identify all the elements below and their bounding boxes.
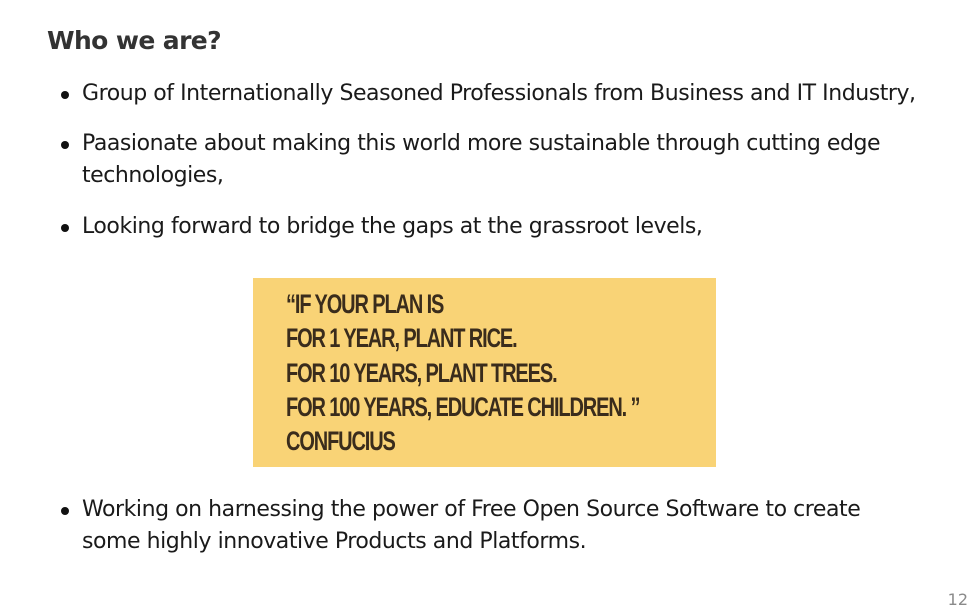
bullet-dot-icon bbox=[61, 507, 69, 515]
bullet-item-sustainability: Paasionate about making this world more … bbox=[58, 128, 918, 192]
bullet-text: Working on harnessing the power of Free … bbox=[82, 497, 861, 554]
bullet-item-professionals: Group of Internationally Seasoned Profes… bbox=[58, 78, 918, 110]
bullet-dot-icon bbox=[61, 91, 69, 99]
page-number: 12 bbox=[947, 590, 968, 609]
bullet-item-grassroot: Looking forward to bridge the gaps at th… bbox=[58, 211, 918, 243]
slide-title: Who we are? bbox=[47, 26, 222, 55]
confucius-quote-box: “IF YOUR PLAN IS FOR 1 YEAR, PLANT RICE.… bbox=[253, 278, 716, 467]
quote-line: FOR 10 YEARS, PLANT TREES. bbox=[286, 358, 558, 388]
quote-line: “IF YOUR PLAN IS bbox=[286, 289, 444, 319]
bullet-item-open-source: Working on harnessing the power of Free … bbox=[58, 494, 918, 558]
bullet-dot-icon bbox=[61, 224, 69, 232]
bullet-text: Paasionate about making this world more … bbox=[82, 131, 881, 188]
bullet-dot-icon bbox=[61, 141, 69, 149]
quote-author: CONFUCIUS bbox=[286, 426, 396, 456]
bullet-text: Looking forward to bridge the gaps at th… bbox=[82, 214, 703, 239]
quote-line: FOR 1 YEAR, PLANT RICE. bbox=[286, 323, 518, 353]
quote-line: FOR 100 YEARS, EDUCATE CHILDREN. ” bbox=[286, 392, 641, 422]
bullet-text: Group of Internationally Seasoned Profes… bbox=[82, 81, 916, 106]
